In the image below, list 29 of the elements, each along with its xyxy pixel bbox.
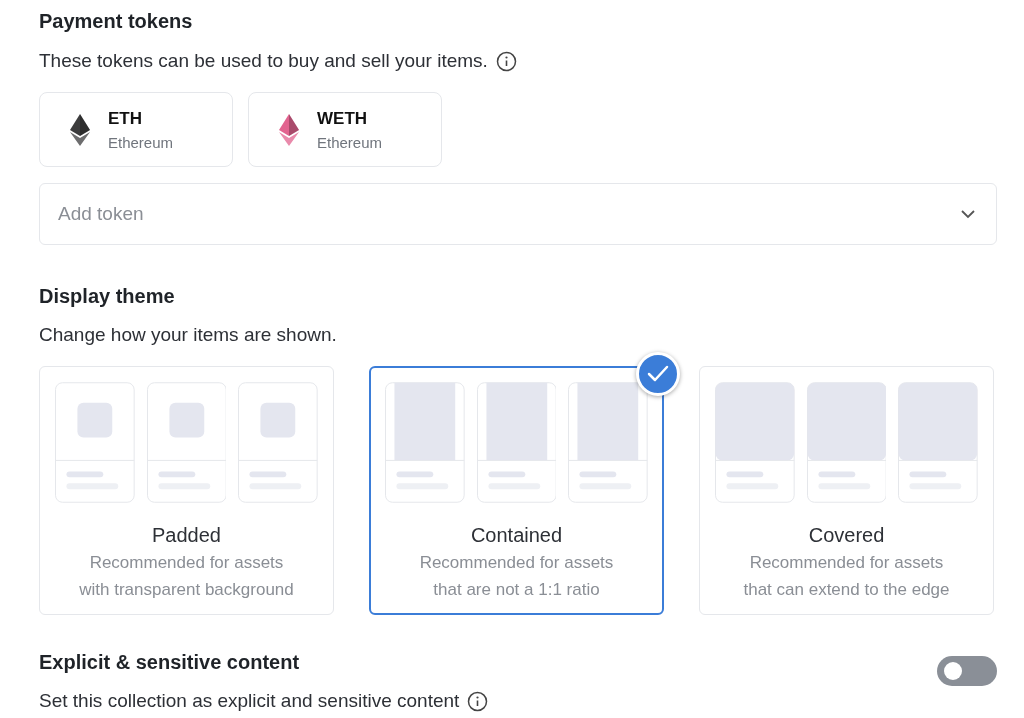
theme-description: Recommended for assets that are not a 1:1 ratio [418,552,615,601]
checkmark-icon [636,352,680,396]
token-card[interactable]: WETH Ethereum [248,92,442,167]
theme-description: Recommended for assets with transparent background [78,552,295,601]
section-description: These tokens can be used to buy and sell your items. [39,50,488,72]
theme-option[interactable]: Covered Recommended for assets that can extend to the edge [699,366,994,615]
theme-name: Contained [469,524,564,547]
diamond-icon [279,113,299,146]
token-card[interactable]: ETH Ethereum [39,92,233,167]
section-description: Change how your items are shown. [39,324,337,346]
theme-option[interactable]: Contained Recommended for assets that are not a 1:1 ratio [369,366,664,615]
token-network: Ethereum [317,133,383,151]
section-title: Payment tokens [39,10,194,33]
info-icon[interactable] [467,690,489,712]
token-symbol: ETH [108,108,143,129]
section-title: Display theme [39,285,176,308]
token-symbol: WETH [317,108,369,129]
token-network: Ethereum [108,133,174,151]
info-icon[interactable] [495,50,517,72]
diamond-icon [70,113,90,146]
section-title: Explicit & sensitive content [39,651,301,674]
add-token-dropdown[interactable]: Add token [39,183,997,245]
theme-name: Padded [151,524,222,547]
chevron-down-icon [961,210,975,219]
toggle-switch[interactable] [937,656,997,686]
section-description: Set this collection as explicit and sensitive content [39,690,460,712]
theme-option[interactable]: Padded Recommended for assets with transparent background [39,366,334,615]
theme-name: Covered [807,524,886,547]
theme-description: Recommended for assets that can extend to the edge [742,552,951,601]
